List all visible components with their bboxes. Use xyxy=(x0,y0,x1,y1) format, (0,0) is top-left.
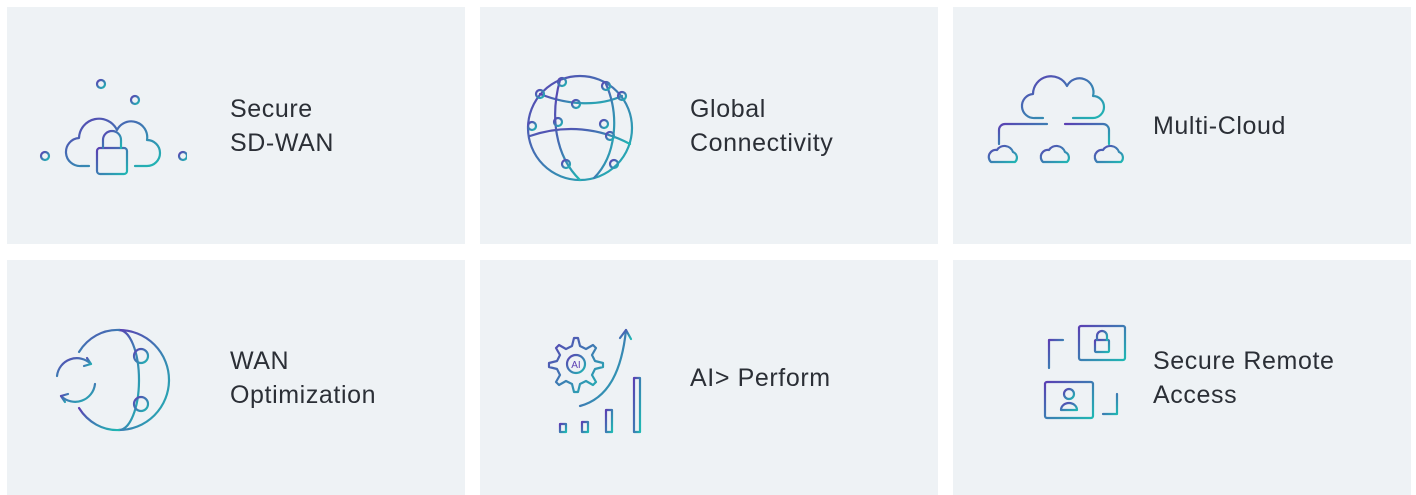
tile-label: Secure Remote Access xyxy=(1153,346,1335,409)
tile-ai-perform[interactable]: AI AI> Perform xyxy=(480,260,938,495)
feature-grid: Secure SD-WAN Global Connectivity Multi-… xyxy=(7,7,1411,495)
tile-secure-remote-access[interactable]: Secure Remote Access xyxy=(953,260,1411,495)
tile-wan-optimization[interactable]: WAN Optimization xyxy=(7,260,465,495)
tile-secure-sd-wan[interactable]: Secure SD-WAN xyxy=(7,7,465,244)
tile-label: WAN Optimization xyxy=(230,346,377,409)
tile-label: Multi-Cloud xyxy=(1153,111,1287,140)
tile-global-connectivity[interactable]: Global Connectivity xyxy=(480,7,938,244)
ai-gear-chart-icon: AI xyxy=(510,318,660,438)
tile-label: AI> Perform xyxy=(690,363,831,392)
cloud-lock-icon xyxy=(37,66,187,186)
svg-text:AI: AI xyxy=(571,360,580,371)
globe-sync-icon xyxy=(37,318,187,438)
tile-multi-cloud[interactable]: Multi-Cloud xyxy=(953,7,1411,244)
tile-label: Secure SD-WAN xyxy=(230,94,335,157)
tile-label: Global Connectivity xyxy=(690,94,834,157)
globe-network-icon xyxy=(510,66,660,186)
multi-cloud-icon xyxy=(983,66,1133,186)
remote-laptops-icon xyxy=(983,318,1133,438)
